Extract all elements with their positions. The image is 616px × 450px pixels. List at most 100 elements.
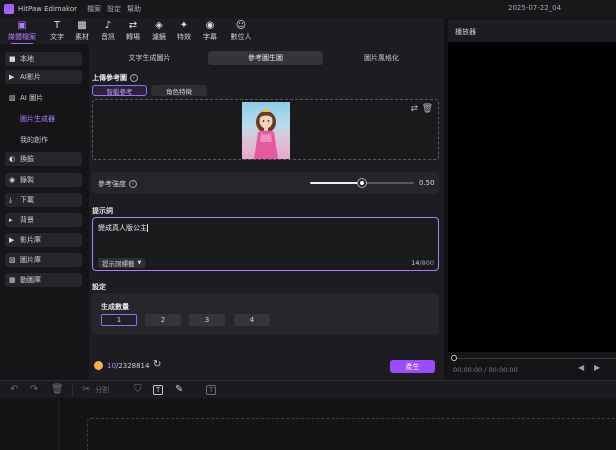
reference-upload-area[interactable]: ⇄ 🗑 bbox=[92, 99, 439, 160]
sidebar-sub-my-creations[interactable]: 我的創作 bbox=[20, 135, 48, 145]
prev-frame-icon[interactable]: ◀ bbox=[578, 363, 584, 372]
sidebar-item-label: 動圖庫 bbox=[20, 276, 41, 284]
info-icon[interactable]: i bbox=[129, 180, 137, 188]
tool-label: 特效 bbox=[177, 33, 191, 41]
tool-label: 文字 bbox=[50, 33, 64, 41]
tab-image-stylize[interactable]: 圖片風格化 bbox=[324, 51, 439, 65]
sidebar-item-gif-library[interactable]: ▦ 動圖庫 bbox=[5, 273, 82, 287]
tool-subtitle[interactable]: ◉ 字幕 bbox=[196, 20, 224, 44]
sidebar-item-ai-video[interactable]: ▶ AI影片 bbox=[5, 70, 82, 84]
refresh-icon[interactable]: ↻ bbox=[153, 359, 161, 370]
tts-icon[interactable]: T bbox=[206, 385, 217, 395]
upload-label-text: 上傳參考圖 bbox=[92, 74, 127, 82]
ai-image-icon: ▨ bbox=[9, 94, 16, 102]
app-name: HitPaw Edimakor bbox=[18, 5, 77, 13]
sidebar-item-video-library[interactable]: ▶ 影片庫 bbox=[5, 233, 82, 247]
count-option-2[interactable]: 2 bbox=[145, 314, 181, 326]
redo-icon[interactable]: ↷ bbox=[30, 384, 38, 395]
strength-slider-fill bbox=[310, 182, 362, 184]
tool-transition[interactable]: ⇄ 轉場 bbox=[119, 20, 147, 44]
tool-effect[interactable]: ✦ 特效 bbox=[170, 20, 198, 44]
tool-text[interactable]: T 文字 bbox=[43, 20, 71, 44]
split-label[interactable]: 分割 bbox=[95, 385, 109, 395]
record-icon: ◉ bbox=[9, 176, 16, 184]
replace-icon[interactable]: ⇄ bbox=[410, 104, 418, 114]
player-header: 播放器 bbox=[448, 20, 616, 42]
princess-illustration bbox=[254, 109, 278, 159]
player-controls: 00:00:00 / 00:00:00 ◀ ▶ bbox=[448, 352, 616, 380]
sidebar-item-label: 下載 bbox=[20, 196, 34, 204]
sidebar: ■ 本地 ▶ AI影片 ▨ AI 圖片 圖片生成器 我的創作 ◐ 換臉 ◉ 錄製 ⤓ 下載 … bbox=[0, 44, 86, 380]
strength-slider-track[interactable] bbox=[362, 182, 414, 184]
count-option-4[interactable]: 4 bbox=[234, 314, 270, 326]
strength-slider-knob[interactable] bbox=[358, 179, 366, 187]
generate-button[interactable]: 產生 bbox=[390, 360, 435, 373]
text-edit-icon[interactable]: ✎ bbox=[175, 384, 183, 395]
effect-icon: ✦ bbox=[179, 20, 189, 31]
sidebar-item-label: 影片庫 bbox=[20, 236, 41, 244]
settings-label: 設定 bbox=[92, 283, 106, 291]
tool-label: 媒體檔案 bbox=[8, 33, 36, 41]
count-option-1[interactable]: 1 bbox=[101, 314, 137, 326]
strength-card: 參考強度 i 0.50 bbox=[92, 172, 439, 194]
character-feature-button[interactable]: 角色特徵 bbox=[151, 85, 207, 96]
sidebar-item-label: 本地 bbox=[20, 55, 34, 63]
background-icon: ▸ bbox=[9, 216, 13, 224]
play-icon[interactable]: ▶ bbox=[594, 363, 600, 372]
sidebar-item-image-library[interactable]: ▨ 圖片庫 bbox=[5, 253, 82, 267]
info-icon[interactable]: i bbox=[130, 74, 138, 82]
char-counter: 14/800 bbox=[411, 259, 434, 267]
subtitle-icon: ◉ bbox=[205, 20, 215, 31]
tool-digital-human[interactable]: ☺ 數位人 bbox=[225, 20, 257, 44]
text-tool-icon[interactable]: T bbox=[153, 385, 164, 395]
tab-text-to-image[interactable]: 文字生成圖片 bbox=[92, 51, 207, 65]
top-toolbar: ▣ 媒體檔案 T 文字 ▩ 素材 ♪ 音訊 ⇄ 轉場 ◈ 濾鏡 ✦ 特效 ◉ 字幕 ☺ 數位人 bbox=[0, 18, 444, 45]
sidebar-item-background[interactable]: ▸ 背景 bbox=[5, 213, 82, 227]
timeline-drop-zone[interactable] bbox=[87, 418, 616, 450]
strength-label: 參考強度 i bbox=[98, 179, 137, 189]
player-title: 播放器 bbox=[455, 28, 476, 36]
sidebar-item-label: 錄製 bbox=[20, 176, 34, 184]
timeline-divider bbox=[58, 398, 59, 450]
tool-media[interactable]: ▣ 媒體檔案 bbox=[8, 20, 36, 45]
audio-icon: ♪ bbox=[104, 20, 112, 31]
menu-settings[interactable]: 設定 bbox=[107, 4, 121, 14]
sidebar-item-local[interactable]: ■ 本地 bbox=[5, 52, 82, 66]
player-progress-track[interactable] bbox=[456, 358, 616, 359]
sidebar-item-download[interactable]: ⤓ 下載 bbox=[5, 193, 82, 207]
strength-value: 0.50 bbox=[419, 179, 435, 187]
text-icon: T bbox=[53, 20, 61, 31]
ai-image-panel: 文字生成圖片 參考圖生圖 圖片風格化 上傳參考圖 i 智能參考 角色特徵 ⇄ 🗑… bbox=[89, 44, 444, 380]
ai-video-icon: ▶ bbox=[9, 73, 15, 81]
sidebar-item-record[interactable]: ◉ 錄製 bbox=[5, 173, 82, 187]
undo-icon[interactable]: ↶ bbox=[10, 384, 18, 395]
credits-display: 10/2328814 bbox=[94, 361, 149, 370]
tool-filter[interactable]: ◈ 濾鏡 bbox=[145, 20, 173, 44]
tool-audio[interactable]: ♪ 音訊 bbox=[94, 20, 122, 44]
material-icon: ▩ bbox=[77, 20, 87, 31]
sidebar-sub-image-generator[interactable]: 圖片生成器 bbox=[20, 114, 55, 124]
smart-reference-button[interactable]: 智能參考 bbox=[92, 85, 147, 96]
prompt-textarea[interactable]: 變成真人版公主 提示詞標籤 ▼ 14/800 bbox=[92, 217, 439, 271]
delete-icon[interactable]: 🗑 bbox=[422, 104, 433, 114]
menu-file[interactable]: 檔案 bbox=[87, 4, 101, 14]
tool-label: 字幕 bbox=[203, 33, 217, 41]
tool-label: 素材 bbox=[75, 33, 89, 41]
delete-icon[interactable]: 🗑 bbox=[51, 384, 64, 395]
tab-image-to-image[interactable]: 參考圖生圖 bbox=[208, 51, 323, 65]
menu-help[interactable]: 幫助 bbox=[127, 4, 141, 14]
count-option-3[interactable]: 3 bbox=[189, 314, 225, 326]
player-progress-knob[interactable] bbox=[451, 355, 457, 361]
timeline-area bbox=[0, 398, 616, 450]
tool-label: 轉場 bbox=[126, 33, 140, 41]
sidebar-item-ai-image[interactable]: ▨ AI 圖片 bbox=[5, 91, 82, 105]
tool-material[interactable]: ▩ 素材 bbox=[68, 20, 96, 44]
face-swap-icon: ◐ bbox=[9, 155, 16, 163]
credits-total: /2328814 bbox=[115, 361, 150, 370]
shield-icon[interactable]: ⛉ bbox=[134, 384, 142, 395]
prompt-tags-dropdown[interactable]: 提示詞標籤 ▼ bbox=[98, 258, 146, 268]
sidebar-item-face-swap[interactable]: ◐ 換臉 bbox=[5, 152, 82, 166]
scissors-icon[interactable]: ✂ bbox=[82, 384, 90, 395]
tool-label: 濾鏡 bbox=[152, 33, 166, 41]
title-bar: HitPaw Edimakor 檔案 設定 幫助 2025-07-22_04 bbox=[0, 0, 616, 18]
